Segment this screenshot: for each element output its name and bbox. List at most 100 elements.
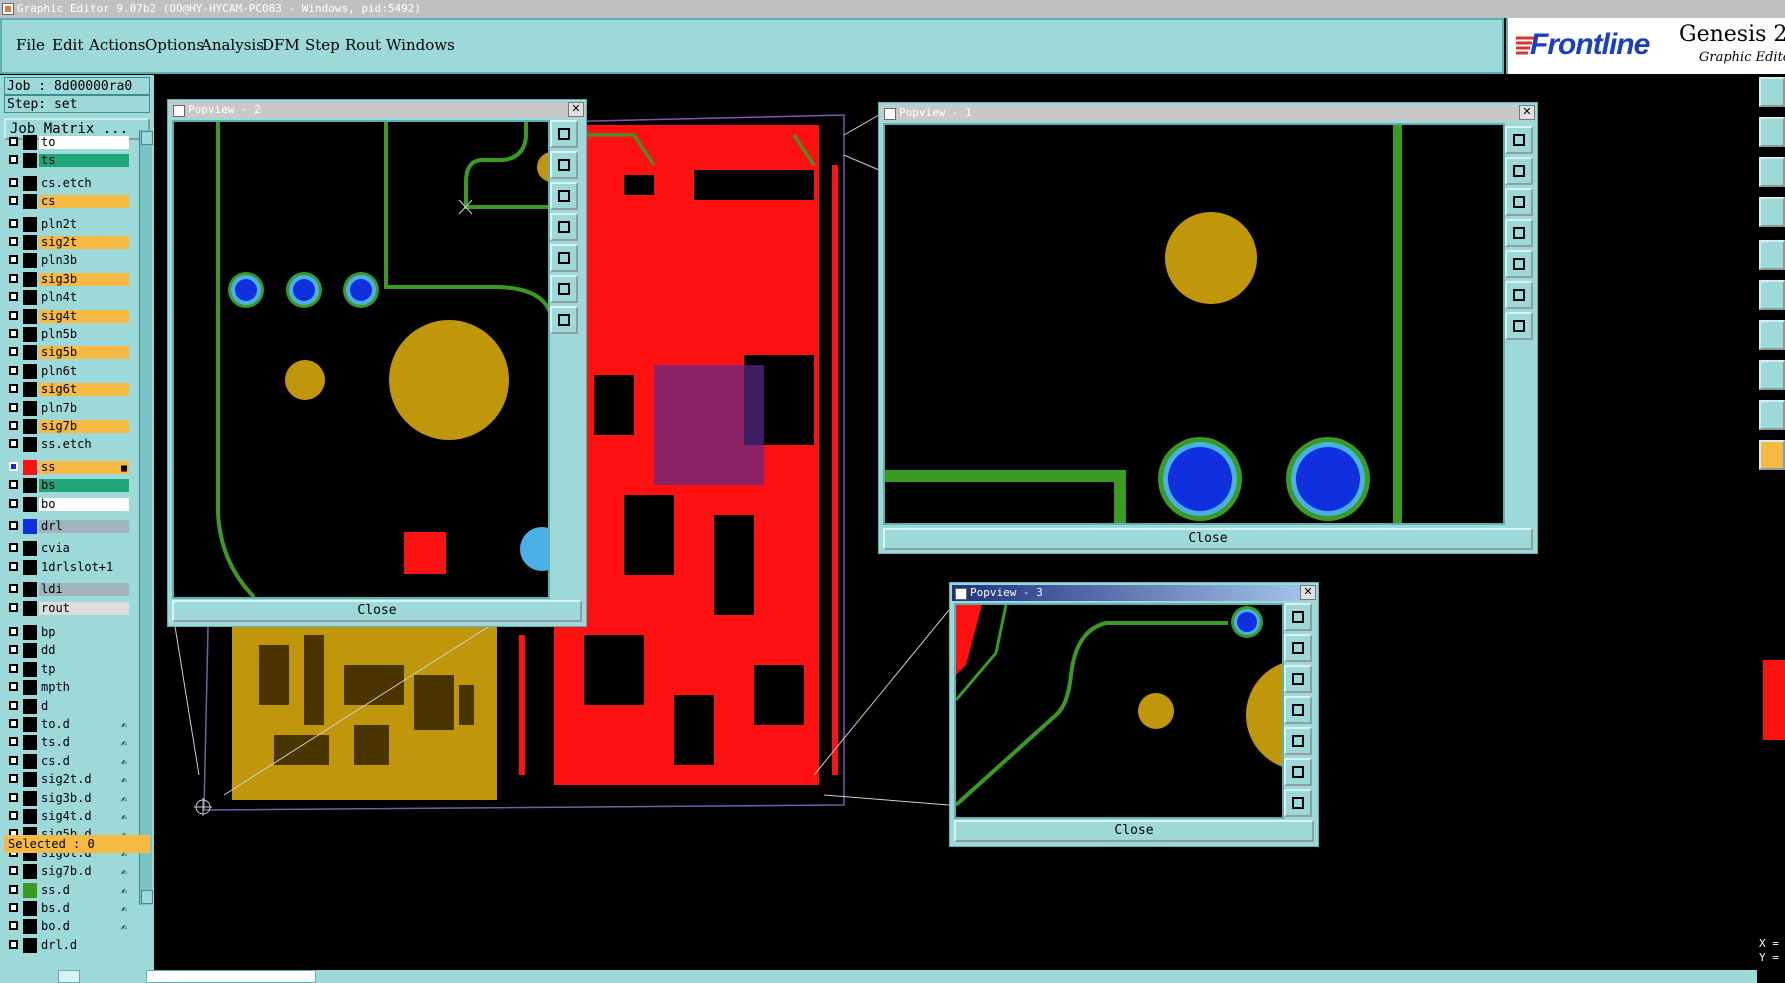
layer-color-swatch[interactable] (23, 175, 37, 191)
layer-row[interactable]: tp (7, 661, 129, 677)
layer-checkbox[interactable] (9, 155, 18, 165)
layer-row[interactable]: sig3b (7, 271, 129, 287)
layer-color-swatch[interactable] (23, 253, 37, 269)
layer-name[interactable]: sig3b.d ✍ (39, 791, 129, 805)
layer-name[interactable]: sig6t (39, 383, 129, 397)
layer-list-scrollbar[interactable] (139, 130, 153, 905)
layer-name[interactable]: ts (39, 154, 129, 168)
layer-color-swatch[interactable] (23, 680, 37, 696)
layer-color-swatch[interactable] (23, 437, 37, 453)
layer-checkbox[interactable] (9, 921, 18, 931)
layer-color-swatch[interactable] (23, 519, 37, 534)
layer-color-swatch[interactable] (23, 363, 37, 379)
layer-row[interactable]: mpth (7, 680, 129, 696)
layer-color-swatch[interactable] (23, 478, 37, 494)
layer-name[interactable]: bp (39, 626, 129, 639)
popview-1-tool-1[interactable] (1505, 126, 1533, 154)
layer-color-swatch[interactable] (23, 717, 37, 732)
layer-checkbox[interactable] (9, 237, 18, 246)
layer-name[interactable]: ts.d ✍ (39, 736, 129, 750)
layer-color-swatch[interactable] (23, 625, 37, 640)
scroll-down-arrow-icon[interactable] (141, 890, 153, 904)
status-field[interactable] (58, 970, 80, 983)
layer-checkbox[interactable] (9, 866, 18, 876)
layer-checkbox[interactable] (9, 177, 18, 187)
layer-checkbox[interactable] (9, 347, 18, 357)
layer-row[interactable]: pln2t (7, 216, 129, 232)
popview-1-title-bar[interactable]: Popview - 1 (881, 105, 1535, 121)
layer-checkbox[interactable] (9, 137, 18, 146)
layer-row[interactable]: bs (7, 478, 129, 494)
layer-checkbox[interactable] (9, 543, 18, 553)
layer-checkbox[interactable] (9, 439, 18, 449)
scroll-up-arrow-icon[interactable] (141, 131, 153, 145)
layer-row[interactable]: sig4t (7, 308, 129, 324)
layer-name[interactable]: bs.d ✍ (39, 902, 129, 915)
layer-name[interactable]: mpth (39, 681, 129, 695)
layer-checkbox[interactable] (9, 811, 18, 820)
layer-row[interactable]: bs.d ✍ (7, 901, 129, 916)
layer-color-swatch[interactable] (23, 496, 37, 512)
menu-actions[interactable]: Actions (89, 36, 145, 54)
layer-checkbox[interactable] (9, 329, 18, 338)
layer-color-swatch[interactable] (23, 937, 37, 953)
popview-3-tool-7[interactable] (1284, 789, 1312, 817)
layer-checkbox[interactable] (9, 663, 18, 673)
popview-1-tool-4[interactable] (1505, 219, 1533, 247)
layer-name[interactable]: to (39, 136, 129, 149)
layer-name[interactable]: sig2t.d ✍ (39, 773, 129, 787)
layer-color-swatch[interactable] (23, 271, 37, 287)
layer-checkbox[interactable] (9, 700, 18, 710)
layer-name[interactable]: bo.d ✍ (39, 920, 129, 934)
popview-2-tool-5[interactable] (550, 244, 578, 272)
menu-step[interactable]: Step (305, 36, 340, 54)
graphic-canvas[interactable]: Popview - 2 ✕ Close Popview - 1 ✕ Close … (154, 75, 1757, 970)
layer-color-swatch[interactable] (23, 901, 37, 916)
layer-row[interactable]: d (7, 698, 129, 714)
layer-name[interactable]: pln5b (39, 328, 129, 341)
layer-checkbox[interactable] (9, 218, 18, 228)
layer-name[interactable]: d (39, 699, 129, 713)
layer-checkbox[interactable] (9, 774, 18, 784)
popview-1-tool-6[interactable] (1505, 281, 1533, 309)
popview-1-close-button[interactable]: Close (883, 528, 1533, 550)
layer-checkbox[interactable] (9, 682, 18, 692)
layer-checkbox[interactable] (9, 939, 18, 949)
layer-row[interactable]: dd (7, 643, 129, 659)
layer-checkbox[interactable] (9, 584, 18, 594)
layer-color-swatch[interactable] (23, 400, 37, 416)
popview-3-close-icon[interactable]: ✕ (1300, 585, 1316, 600)
layer-name[interactable]: ss.etch (39, 438, 129, 452)
popview-2-window[interactable]: Popview - 2 ✕ Close (167, 99, 587, 627)
layer-name[interactable]: bs (39, 479, 129, 493)
layer-row[interactable]: pln4t (7, 290, 129, 306)
layer-name[interactable]: pln4t (39, 291, 129, 305)
popview-2-view[interactable] (172, 120, 550, 599)
popview-2-tool-6[interactable] (550, 275, 578, 303)
layer-row[interactable]: sig2t.d ✍ (7, 772, 129, 788)
layer-name[interactable]: sig4t.d ✍ (39, 810, 129, 823)
layer-checkbox[interactable] (9, 421, 18, 430)
popview-3-tool-6[interactable] (1284, 758, 1312, 786)
layer-row[interactable]: pln7b (7, 400, 129, 416)
layer-color-swatch[interactable] (23, 235, 37, 250)
layer-name[interactable]: sig4t (39, 309, 129, 323)
layer-checkbox[interactable] (9, 498, 18, 508)
layer-color-swatch[interactable] (23, 582, 37, 598)
layer-name[interactable]: drl.d (39, 938, 129, 952)
layer-name[interactable]: ldi (39, 583, 129, 597)
layer-name[interactable]: tp (39, 662, 129, 676)
popview-3-tool-3[interactable] (1284, 665, 1312, 693)
layer-row[interactable]: bo (7, 496, 129, 512)
layer-row[interactable]: rout (7, 600, 129, 616)
layer-name[interactable]: cs.d ✍ (39, 754, 129, 768)
layer-row[interactable]: bp (7, 625, 129, 640)
layer-row[interactable]: to.d ✍ (7, 717, 129, 732)
layer-color-swatch[interactable] (23, 753, 37, 769)
popview-1-view[interactable] (883, 123, 1505, 525)
layer-name[interactable]: ss.d ✍ (39, 883, 129, 897)
layer-row[interactable]: ss.d ✍ (7, 882, 129, 898)
layer-color-swatch[interactable] (23, 882, 37, 898)
layer-color-swatch[interactable] (23, 772, 37, 788)
layer-color-swatch[interactable] (23, 809, 37, 824)
